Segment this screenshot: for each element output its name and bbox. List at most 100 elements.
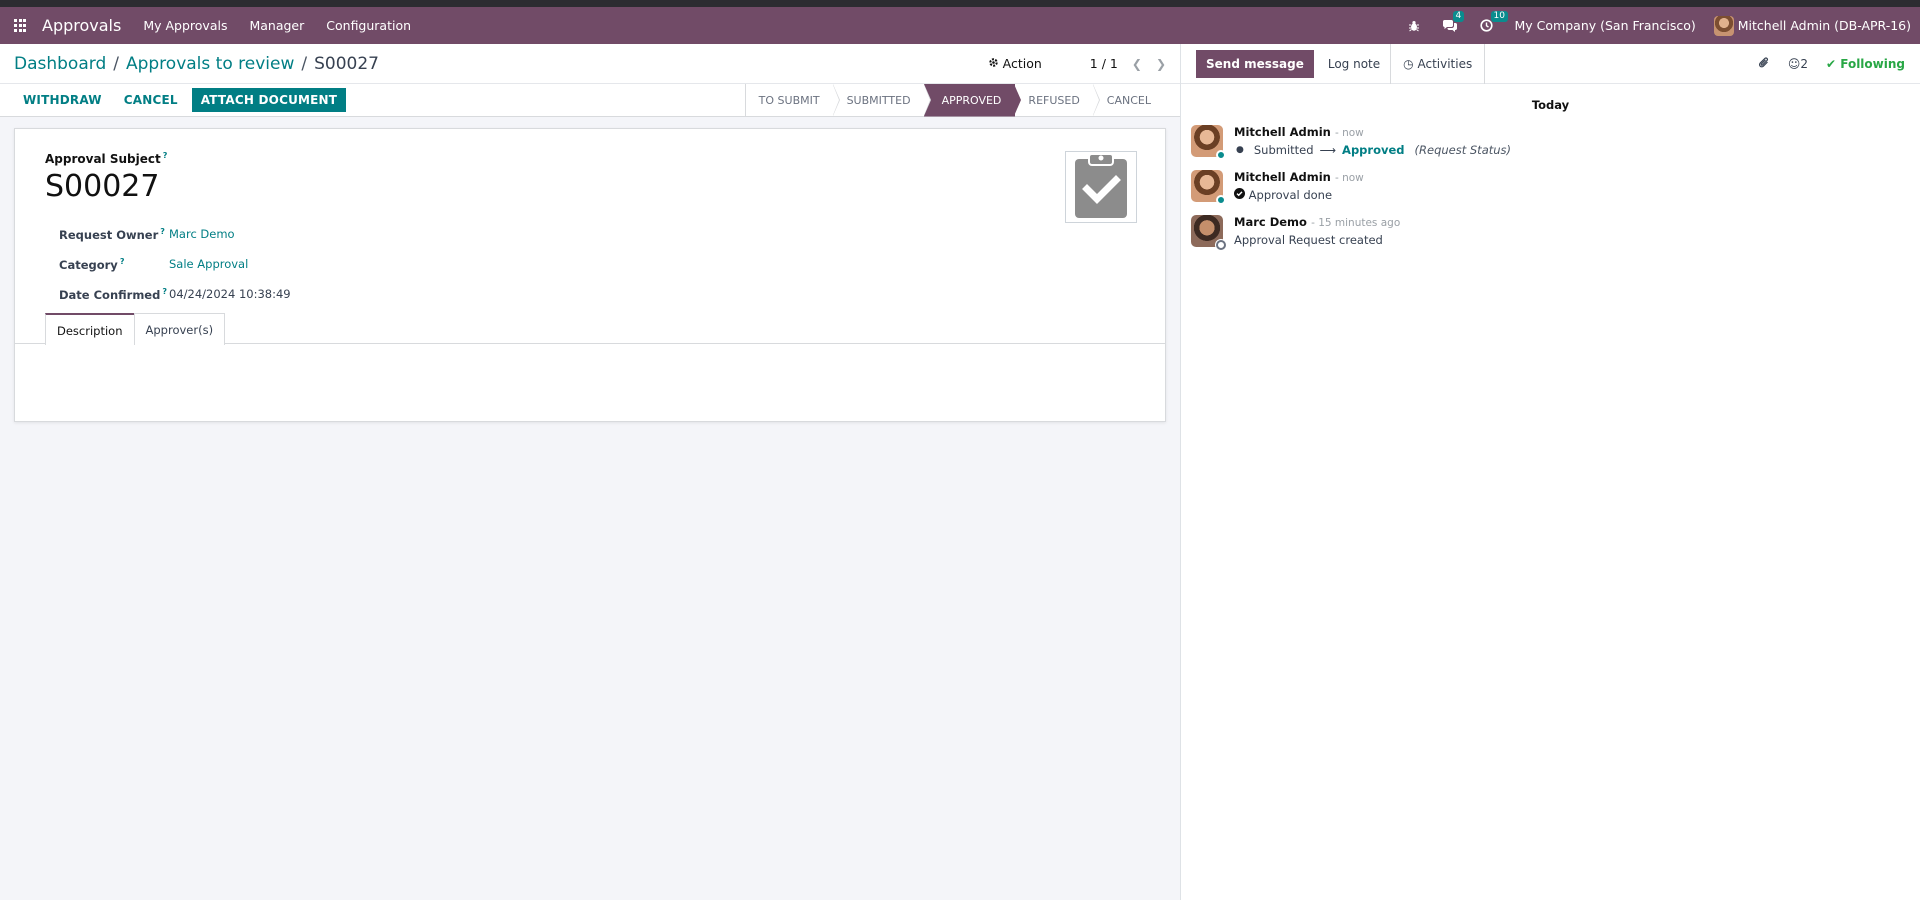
breadcrumb-approvals-to-review[interactable]: Approvals to review — [126, 54, 294, 74]
action-menu-button[interactable]: Action — [988, 56, 1042, 71]
tracked-field: (Request Status) — [1414, 143, 1512, 157]
activities-button[interactable]: ◷ Activities — [1390, 43, 1486, 84]
activity-count-badge: 10 — [1490, 11, 1508, 22]
record-title[interactable]: S00027 — [45, 169, 159, 204]
date-separator: Today — [1531, 98, 1570, 112]
help-tooltip-icon[interactable]: ? — [163, 151, 168, 160]
debug-bug-icon[interactable] — [1408, 20, 1420, 32]
old-value: Submitted — [1253, 143, 1314, 157]
avatar[interactable] — [1191, 170, 1226, 205]
date-confirmed-value: 04/24/2024 10:38:49 — [169, 287, 291, 301]
approval-subject-label: Approval Subject? — [45, 151, 168, 166]
field-label: Request Owner? — [59, 226, 165, 242]
apps-menu-icon[interactable] — [8, 14, 32, 38]
activity-clock-icon[interactable]: 10 — [1479, 11, 1508, 32]
form-fields: Request Owner? Marc Demo Category? Sale … — [59, 219, 291, 309]
chatter-right-tools: ☺2 ✔ Following — [1758, 56, 1905, 72]
messaging-icon[interactable]: 4 — [1442, 10, 1465, 33]
message-time: - 15 minutes ago — [1311, 217, 1401, 229]
following-label: Following — [1840, 56, 1905, 71]
message-text: Approval done — [1248, 188, 1333, 202]
attach-document-button[interactable]: ATTACH DOCUMENT — [191, 88, 347, 112]
help-tooltip-icon[interactable]: ? — [160, 227, 165, 236]
clock-icon: ◷ — [1403, 56, 1414, 71]
chatter-topbar: Send message Log note ◷ Activities ☺2 ✔ … — [1181, 43, 1920, 84]
message-text: Approval Request created — [1234, 233, 1383, 247]
breadcrumb-separator: / — [113, 53, 119, 74]
field-date-confirmed: Date Confirmed? 04/24/2024 10:38:49 — [59, 279, 291, 309]
message-time: - now — [1334, 127, 1364, 139]
message-body: Approval done — [1234, 188, 1364, 202]
send-message-button[interactable]: Send message — [1196, 49, 1314, 78]
request-owner-value[interactable]: Marc Demo — [169, 227, 235, 241]
avatar[interactable] — [1191, 125, 1226, 160]
cancel-button[interactable]: CANCEL — [116, 88, 186, 112]
log-note-button[interactable]: Log note — [1318, 50, 1390, 78]
help-tooltip-icon[interactable]: ? — [162, 287, 167, 296]
action-label: Action — [1002, 56, 1042, 71]
message: Mitchell Admin - now Approval done — [1191, 170, 1364, 205]
activities-label: Activities — [1417, 56, 1473, 71]
menu-my-approvals[interactable]: My Approvals — [143, 18, 227, 33]
online-status-icon — [1216, 195, 1226, 205]
status-stages: TO SUBMIT SUBMITTED APPROVED REFUSED CAN… — [744, 83, 1165, 117]
notebook-tabs: Description Approver(s) — [45, 313, 226, 345]
user-avatar — [1713, 15, 1734, 36]
person-icon: ☺ — [1787, 56, 1801, 71]
paperclip-icon[interactable] — [1758, 56, 1770, 72]
stage-cancel[interactable]: CANCEL — [1094, 84, 1165, 117]
stage-to-submit[interactable]: TO SUBMIT — [746, 83, 840, 117]
bullet-icon: ● — [1236, 145, 1244, 155]
stage-submitted[interactable]: SUBMITTED — [834, 83, 931, 117]
stage-refused[interactable]: REFUSED — [1015, 83, 1101, 117]
message-author[interactable]: Mitchell Admin — [1234, 170, 1331, 184]
stage-approved[interactable]: APPROVED — [924, 84, 1016, 117]
followers-count: 2 — [1800, 56, 1808, 71]
clipboard-check-icon — [1074, 151, 1128, 223]
field-category: Category? Sale Approval — [59, 249, 291, 279]
breadcrumb-separator: / — [301, 53, 308, 74]
message: Marc Demo - 15 minutes ago Approval Requ… — [1191, 215, 1401, 250]
breadcrumb: Dashboard / Approvals to review / S00027 — [14, 54, 379, 74]
menu-manager[interactable]: Manager — [249, 18, 304, 33]
form-sheet: Approval Subject? S00027 Request Owner? … — [14, 128, 1166, 422]
offline-status-icon — [1216, 240, 1226, 250]
top-navbar: Approvals My Approvals Manager Configura… — [0, 7, 1920, 44]
breadcrumb-current: S00027 — [314, 53, 379, 74]
browser-top-strip — [0, 0, 1920, 7]
withdraw-button[interactable]: WITHDRAW — [15, 88, 110, 112]
message-author[interactable]: Marc Demo — [1234, 215, 1307, 229]
new-value: Approved — [1342, 143, 1405, 157]
check-circle-icon — [1234, 188, 1249, 202]
app-name[interactable]: Approvals — [42, 16, 121, 35]
message-time: - now — [1334, 172, 1364, 184]
company-switcher[interactable]: My Company (San Francisco) — [1515, 18, 1696, 33]
category-value[interactable]: Sale Approval — [169, 257, 248, 271]
user-menu[interactable]: Mitchell Admin (DB-APR-16) — [1713, 15, 1911, 36]
message-author[interactable]: Mitchell Admin — [1234, 125, 1331, 139]
pager-previous-icon[interactable]: ❮ — [1132, 57, 1142, 71]
field-request-owner: Request Owner? Marc Demo — [59, 219, 291, 249]
help-tooltip-icon[interactable]: ? — [120, 257, 125, 266]
field-label: Category? — [59, 256, 125, 272]
tab-description[interactable]: Description — [45, 313, 135, 345]
field-label: Date Confirmed? — [59, 286, 167, 302]
user-name: Mitchell Admin (DB-APR-16) — [1737, 18, 1911, 33]
gear-icon — [988, 56, 999, 71]
avatar[interactable] — [1191, 215, 1226, 250]
breadcrumb-dashboard[interactable]: Dashboard — [14, 54, 106, 74]
tab-approvers[interactable]: Approver(s) — [133, 313, 226, 345]
messaging-count-badge: 4 — [1452, 10, 1465, 22]
pager-next-icon[interactable]: ❯ — [1156, 57, 1166, 71]
statusbar: WITHDRAW CANCEL ATTACH DOCUMENT TO SUBMI… — [0, 83, 1180, 117]
following-button[interactable]: ✔ Following — [1826, 57, 1905, 71]
tracking-value: ● Submitted ⟶ Approved (Request Status) — [1234, 143, 1511, 157]
pager-value[interactable]: 1 / 1 — [1090, 56, 1118, 71]
control-panel: Dashboard / Approvals to review / S00027… — [0, 44, 1180, 84]
followers-button[interactable]: ☺2 — [1788, 57, 1808, 71]
message: Mitchell Admin - now ● Submitted ⟶ Appro… — [1191, 125, 1511, 160]
category-image[interactable] — [1065, 151, 1137, 223]
chatter-panel: Send message Log note ◷ Activities ☺2 ✔ … — [1180, 43, 1920, 900]
check-icon: ✔ — [1825, 56, 1837, 71]
menu-configuration[interactable]: Configuration — [326, 18, 411, 33]
